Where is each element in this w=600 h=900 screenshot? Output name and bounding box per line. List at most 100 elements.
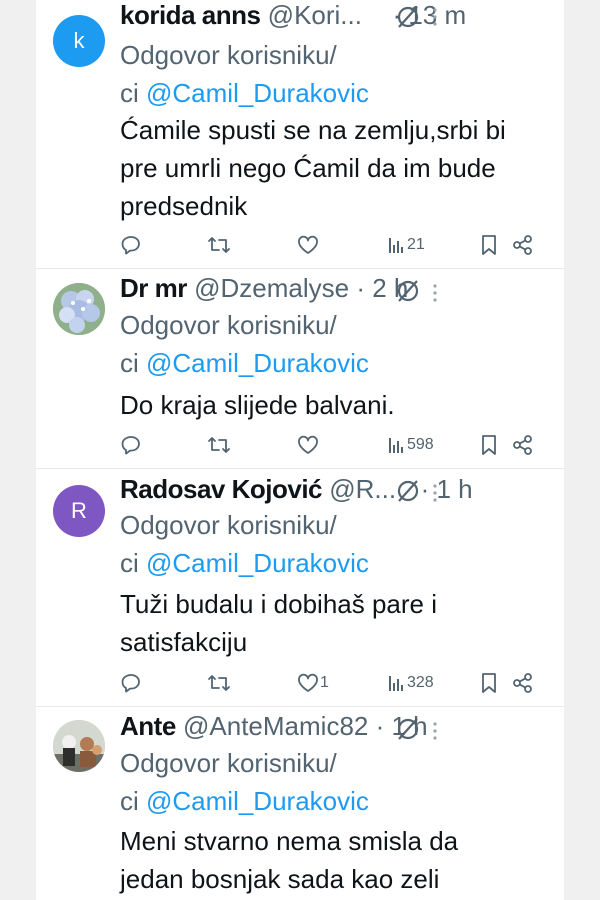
share-icon <box>513 235 532 255</box>
display-name[interactable]: korida anns <box>120 0 261 30</box>
profile-photo-avatar-image <box>53 720 105 772</box>
tweet-text-line: jedan bosnjak sada kao zeli <box>120 864 440 894</box>
reply-prefix: ci <box>120 78 146 108</box>
retweet-icon <box>208 675 230 691</box>
reply-icon <box>121 674 140 693</box>
reply-icon <box>121 236 140 255</box>
mute-icon[interactable] <box>395 716 421 742</box>
heart-icon <box>298 235 318 254</box>
share-button[interactable] <box>512 432 534 458</box>
view-count: 598 <box>407 436 434 453</box>
action-bar: 21 <box>120 232 540 258</box>
share-icon <box>513 673 532 693</box>
reply-context: Odgovor korisniku/ ci @Camil_Durakovic <box>120 306 369 382</box>
user-handle[interactable]: @R... <box>329 474 396 504</box>
more-icon[interactable] <box>430 4 440 30</box>
tweet-header: Radosav Kojović @R... · 1 h <box>120 474 564 508</box>
like-button[interactable]: 1 <box>296 670 329 696</box>
mute-icon[interactable] <box>395 4 421 30</box>
more-icon[interactable] <box>430 718 440 744</box>
like-button[interactable] <box>296 432 320 458</box>
tweet-header: Dr mr @Dzemalyse · 2 h <box>120 273 564 307</box>
retweet-button[interactable] <box>206 670 232 696</box>
more-icon[interactable] <box>430 280 440 306</box>
display-name[interactable]: Ante <box>120 711 176 741</box>
mention-link[interactable]: @Camil_Durakovic <box>146 786 369 816</box>
mention-link[interactable]: @Camil_Durakovic <box>146 348 369 378</box>
reply-to-label: Odgovor korisniku/ <box>120 40 337 70</box>
tweet-1[interactable]: k korida anns @Kori... · 13 m Odgovor ko… <box>36 0 564 269</box>
reply-to-label: Odgovor korisniku/ <box>120 310 337 340</box>
action-bar: 1 328 <box>120 670 540 696</box>
tweet-header: Ante @AnteMamic82 · 1 h <box>120 711 564 745</box>
retweet-icon <box>208 437 230 453</box>
tweet-header: korida anns @Kori... · 13 m <box>120 0 564 34</box>
reply-thread: k korida anns @Kori... · 13 m Odgovor ko… <box>36 0 564 900</box>
avatar[interactable] <box>53 720 105 772</box>
heart-icon <box>298 673 318 692</box>
display-name[interactable]: Radosav Kojović <box>120 474 323 504</box>
mention-link[interactable]: @Camil_Durakovic <box>146 548 369 578</box>
user-handle[interactable]: @AnteMamic82 <box>183 711 368 741</box>
retweet-icon <box>208 237 230 253</box>
retweet-button[interactable] <box>206 232 232 258</box>
tweet-text: Ćamile spusti se na zemlju,srbi bi pre u… <box>120 111 560 225</box>
user-handle[interactable]: @Dzemalyse <box>194 273 349 303</box>
display-name[interactable]: Dr mr <box>120 273 187 303</box>
reply-button[interactable] <box>120 670 142 696</box>
more-icon[interactable] <box>430 480 440 506</box>
tweet-text: Meni stvarno nema smisla da jedan bosnja… <box>120 822 560 898</box>
views-icon <box>389 238 403 253</box>
tweet-text: Tuži budalu i dobihaš pare i satisfakcij… <box>120 585 560 661</box>
reply-prefix: ci <box>120 548 146 578</box>
tweet-text-line: Do kraja slijede balvani. <box>120 390 395 420</box>
bookmark-button[interactable] <box>480 432 498 458</box>
views-icon <box>389 438 403 453</box>
mention-link[interactable]: @Camil_Durakovic <box>146 78 369 108</box>
mute-icon[interactable] <box>395 278 421 304</box>
reply-button[interactable] <box>120 432 142 458</box>
reply-icon <box>121 436 140 455</box>
heart-icon <box>298 435 318 454</box>
views-button[interactable]: 328 <box>388 670 434 696</box>
view-count: 21 <box>407 236 425 253</box>
action-bar: 598 <box>120 432 540 458</box>
avatar[interactable] <box>53 283 105 335</box>
tweet-2[interactable]: Dr mr @Dzemalyse · 2 h Odgovor korisniku… <box>36 268 564 469</box>
views-button[interactable]: 21 <box>388 232 425 258</box>
avatar[interactable]: k <box>53 15 105 67</box>
reply-context: Odgovor korisniku/ ci @Camil_Durakovic <box>120 506 369 582</box>
reply-context: Odgovor korisniku/ ci @Camil_Durakovic <box>120 744 369 820</box>
like-button[interactable] <box>296 232 320 258</box>
tweet-3[interactable]: R Radosav Kojović @R... · 1 h Odgovor ko… <box>36 468 564 707</box>
user-handle[interactable]: @Kori... <box>268 0 362 30</box>
view-count: 328 <box>407 674 434 691</box>
tweet-text-line: predsednik <box>120 191 248 221</box>
tweet-4[interactable]: Ante @AnteMamic82 · 1 h Odgovor korisnik… <box>36 706 564 900</box>
views-button[interactable]: 598 <box>388 432 434 458</box>
tweet-text-line: Tuži budalu i dobihaš pare i <box>120 589 438 619</box>
retweet-button[interactable] <box>206 432 232 458</box>
bookmark-button[interactable] <box>480 670 498 696</box>
tweet-text-line: pre umrli nego Ćamil da im bude <box>120 153 496 183</box>
timestamp[interactable]: · 1 h <box>421 474 473 504</box>
reply-prefix: ci <box>120 786 146 816</box>
share-button[interactable] <box>512 670 534 696</box>
avatar[interactable]: R <box>53 485 105 537</box>
reply-button[interactable] <box>120 232 142 258</box>
tweet-text-line: satisfakciju <box>120 627 248 657</box>
mute-icon[interactable] <box>395 478 421 504</box>
bookmark-button[interactable] <box>480 232 498 258</box>
reply-to-label: Odgovor korisniku/ <box>120 748 337 778</box>
reply-context: Odgovor korisniku/ ci @Camil_Durakovic <box>120 36 369 112</box>
share-button[interactable] <box>512 232 534 258</box>
views-icon <box>389 676 403 691</box>
tweet-text: Do kraja slijede balvani. <box>120 386 560 424</box>
tweet-text-line: Ćamile spusti se na zemlju,srbi bi <box>120 115 506 145</box>
reply-to-label: Odgovor korisniku/ <box>120 510 337 540</box>
share-icon <box>513 435 532 455</box>
hydrangea-avatar-image <box>53 283 105 335</box>
reply-prefix: ci <box>120 348 146 378</box>
bookmark-icon <box>482 235 496 255</box>
bookmark-icon <box>482 435 496 455</box>
